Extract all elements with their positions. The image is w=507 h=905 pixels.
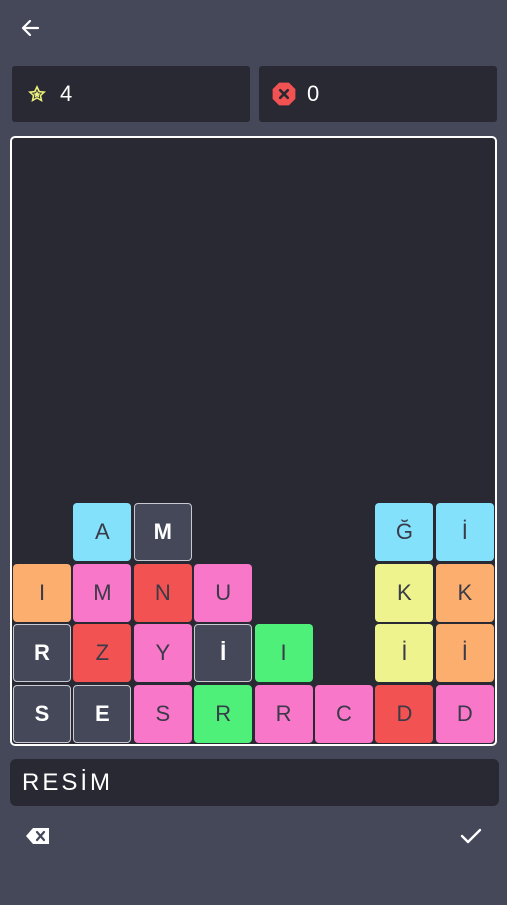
letter-tile[interactable]: U [194,563,253,622]
letter-tile[interactable]: S [13,684,71,743]
error-octagon-icon [271,81,297,107]
letter-tile[interactable]: K [375,563,434,622]
submit-button[interactable] [455,820,487,852]
answer-field[interactable]: RESİM [10,759,499,806]
letter-tile[interactable]: R [254,684,313,743]
letter-tile[interactable]: R [13,624,71,683]
errors-value: 0 [307,81,320,106]
letter-tile[interactable]: I [254,624,313,683]
letter-tile[interactable]: I [13,563,71,622]
letter-tile[interactable]: C [315,684,373,743]
backspace-icon [26,828,49,844]
letter-tile[interactable]: Z [73,624,132,683]
letter-tile[interactable]: İ [435,503,494,562]
letter-tile[interactable]: S [133,684,192,743]
letter-tile[interactable]: M [133,503,192,562]
score-value: 4 [60,81,73,106]
letter-tile[interactable]: Ğ [375,503,434,562]
arrow-left-icon [21,19,40,37]
letter-tile[interactable]: D [435,684,494,743]
letter-tile[interactable]: D [375,684,434,743]
errors-panel: 0 [259,66,497,122]
delete-button[interactable] [22,820,54,852]
letter-tile[interactable]: E [73,684,132,743]
letter-tile[interactable]: İ [435,624,494,683]
game-board: AMĞİIMNUKKRZYİIİİSESRRCDD [10,136,497,746]
check-icon [460,828,482,844]
letter-tile[interactable]: İ [375,624,434,683]
letter-tile[interactable]: Y [133,624,192,683]
letter-tile[interactable]: N [133,563,192,622]
letter-tile[interactable]: K [435,563,494,622]
back-button[interactable] [14,12,46,44]
letter-tile[interactable]: M [73,563,132,622]
letter-tile[interactable]: A [73,503,132,562]
star-icon [24,81,50,107]
letter-tile[interactable]: İ [194,624,253,683]
answer-text: RESİM [22,768,114,796]
score-panel: 4 [12,66,250,122]
letter-tile[interactable]: R [194,684,253,743]
